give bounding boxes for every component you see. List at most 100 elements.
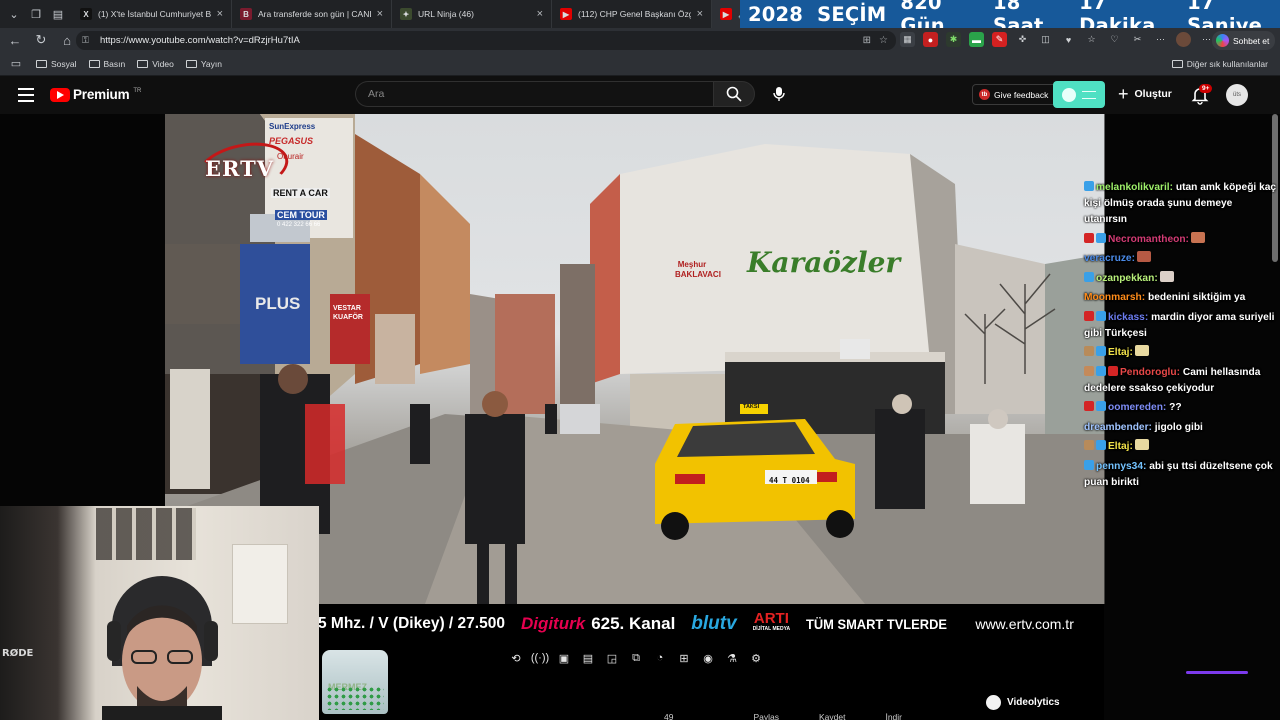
bookmark-folder-video[interactable]: Video	[137, 59, 174, 69]
chat-username[interactable]: pennys34:	[1096, 461, 1146, 472]
chat-username[interactable]: Eltaj:	[1108, 347, 1133, 358]
settings-gear-icon[interactable]: ⚙	[748, 650, 764, 666]
chat-username[interactable]: veracruze:	[1084, 253, 1135, 264]
screenshot-camera-icon[interactable]: ◉	[700, 650, 716, 666]
flask-icon[interactable]: ⚗	[724, 650, 740, 666]
sign-plus: PLUS	[255, 294, 301, 313]
bookmark-folder-sosyal[interactable]: Sosyal	[36, 59, 77, 69]
sign-onurair: Onurair	[277, 152, 304, 161]
audio-boost-icon[interactable]: ((·))	[531, 650, 549, 666]
like-count[interactable]: 49	[664, 712, 673, 720]
browser-tab[interactable]: B Ara transferde son gün | CANLI BL ×	[232, 0, 392, 28]
address-url[interactable]: https://www.youtube.com/watch?v=dRzjrHu7…	[100, 35, 300, 46]
tab-close-icon[interactable]: ×	[377, 8, 383, 20]
bookmark-folder-yayin[interactable]: Yayın	[185, 59, 222, 69]
folder-icon	[137, 59, 149, 68]
collections-icon[interactable]: ♡	[1107, 32, 1122, 47]
election-countdown-banner: 2028 SEÇİM 820 Gün 18 Saat 17 Dakika 17 …	[740, 0, 1280, 37]
channel-info-ticker: 5 Mhz. / V (Dikey) / 27.500 Digiturk 625…	[318, 604, 1104, 644]
chat-message: Pendoroglu: Cami hellasında dedelere ssa…	[1084, 365, 1278, 397]
address-bar[interactable]: ⚿ https://www.youtube.com/watch?v=dRzjrH…	[76, 31, 896, 50]
tab-favicon-icon: B	[240, 8, 252, 20]
chat-username[interactable]: Moonmarsh:	[1084, 292, 1145, 303]
chat-message: pennys34: abi şu ttsi düzeltsene çok pua…	[1084, 459, 1278, 491]
extension-pen-icon[interactable]: ✎	[992, 32, 1007, 47]
reload-button[interactable]: ↻	[30, 29, 52, 51]
copilot-chat-button[interactable]: Sohbet et	[1212, 31, 1276, 50]
countdown-label: SEÇİM	[817, 2, 887, 26]
give-feedback-button[interactable]: tb Give feedback	[972, 84, 1058, 105]
sign-meshur-baklavaci: Meşhur BAKLAVACI	[675, 260, 721, 279]
tab-close-icon[interactable]: ×	[697, 8, 703, 20]
chat-username[interactable]: dreambender:	[1084, 422, 1152, 433]
tab-search-icon[interactable]: ⌄	[6, 6, 22, 22]
chat-username[interactable]: oomereden:	[1108, 402, 1166, 413]
chat-username[interactable]: ozanpekkan:	[1096, 273, 1158, 284]
chat-username[interactable]: kickass:	[1108, 312, 1148, 323]
tab-close-icon[interactable]: ×	[217, 8, 223, 20]
ticker-blutv-logo: blutv	[691, 613, 737, 634]
loop-icon[interactable]: ⟲	[508, 650, 524, 666]
extension-controls: ⟲ ((·)) ▣ ▤ ◲ ⧉ ◔ ⊞ ◉ ⚗ ⚙	[508, 650, 764, 666]
youtube-region-code: TR	[133, 87, 142, 94]
add-box-icon[interactable]: ⊞	[676, 650, 692, 666]
chat-badge-icon	[1084, 310, 1094, 321]
chat-username[interactable]: Eltaj:	[1108, 441, 1133, 452]
other-favorites[interactable]: Diğer sık kullanılanlar	[1171, 59, 1268, 69]
youtube-logo[interactable]: Premium TR	[50, 87, 141, 102]
sign-sunexpress: SunExpress	[269, 122, 316, 131]
popup-player-icon[interactable]: ⧉	[628, 650, 644, 666]
bookmarks-import-icon[interactable]: ▭	[8, 56, 24, 72]
youtube-play-icon	[50, 87, 70, 102]
browser-tab[interactable]: ✦ URL Ninja (46) ×	[392, 0, 552, 28]
back-button[interactable]: ←	[4, 29, 26, 51]
extension-toggle-button[interactable]	[1053, 81, 1105, 108]
videolytics-label: Videolytics	[1007, 697, 1060, 708]
chat-username[interactable]: Pendoroglu:	[1120, 367, 1180, 378]
extension-calculator-icon[interactable]: ▦	[900, 32, 915, 47]
extension-puzzle-icon[interactable]: ✜	[1015, 32, 1030, 47]
filmstrip-icon[interactable]: ▤	[580, 650, 596, 666]
search-input[interactable]: Ara	[355, 81, 713, 107]
microphone-icon	[773, 87, 785, 101]
favorite-star-icon[interactable]: ☆	[879, 35, 888, 46]
jar-label: MERMEZ	[328, 682, 367, 692]
tab-title: (112) CHP Genel Başkanı Özgür Ö	[578, 9, 691, 19]
account-avatar[interactable]: üts	[1226, 84, 1248, 106]
profile-avatar-icon[interactable]	[1176, 32, 1191, 47]
workspaces-icon[interactable]: ❐	[28, 6, 44, 22]
browser-tab[interactable]: X (1) X'te İstanbul Cumhuriyet Başsa ×	[72, 0, 232, 28]
share-button[interactable]: Paylaş	[753, 712, 779, 720]
home-button[interactable]: ⌂	[56, 29, 78, 51]
browser-tab[interactable]: ▶ (112) CHP Genel Başkanı Özgür Ö ×	[552, 0, 712, 28]
vertical-tabs-icon[interactable]: ▤	[50, 6, 66, 22]
split-screen-icon[interactable]: ◫	[1038, 32, 1053, 47]
screenshot-icon[interactable]: ✂	[1130, 32, 1145, 47]
tab-close-icon[interactable]: ×	[537, 8, 543, 20]
save-button[interactable]: Kaydet	[819, 712, 845, 720]
cinema-icon[interactable]: ▣	[556, 650, 572, 666]
extension-bar-icon[interactable]: ▬	[969, 32, 984, 47]
streamer-figure	[102, 576, 222, 720]
favorites-icon[interactable]: ☆	[1084, 32, 1099, 47]
site-info-icon[interactable]: ⚿	[82, 35, 94, 46]
extension-green-icon[interactable]: ✱	[946, 32, 961, 47]
voice-search-button[interactable]	[766, 81, 792, 107]
guide-menu-icon[interactable]	[18, 88, 34, 102]
ticker-smart-tv: TÜM SMART TVLERDE	[806, 616, 948, 632]
chat-emote-icon	[1134, 439, 1149, 450]
create-button[interactable]: + Oluştur	[1118, 85, 1172, 103]
bookmark-folder-basin[interactable]: Basın	[88, 58, 126, 69]
download-button[interactable]: İndir	[885, 712, 902, 720]
bookmark-label: Basın	[103, 58, 126, 69]
picture-in-picture-icon[interactable]: ◲	[604, 650, 620, 666]
chat-username[interactable]: Necromantheon:	[1108, 234, 1189, 245]
browser-essentials-icon[interactable]: ♥	[1061, 32, 1076, 47]
videolytics-widget[interactable]: Videolytics	[986, 695, 1060, 710]
search-button[interactable]	[713, 81, 755, 107]
more-icon[interactable]: ⋯	[1153, 32, 1168, 47]
chat-username[interactable]: melankolikvaril:	[1096, 182, 1173, 193]
extension-red-icon[interactable]: ●	[923, 32, 938, 47]
app-available-icon[interactable]: ⊞	[863, 35, 871, 46]
speed-icon[interactable]: ◔	[652, 650, 668, 666]
